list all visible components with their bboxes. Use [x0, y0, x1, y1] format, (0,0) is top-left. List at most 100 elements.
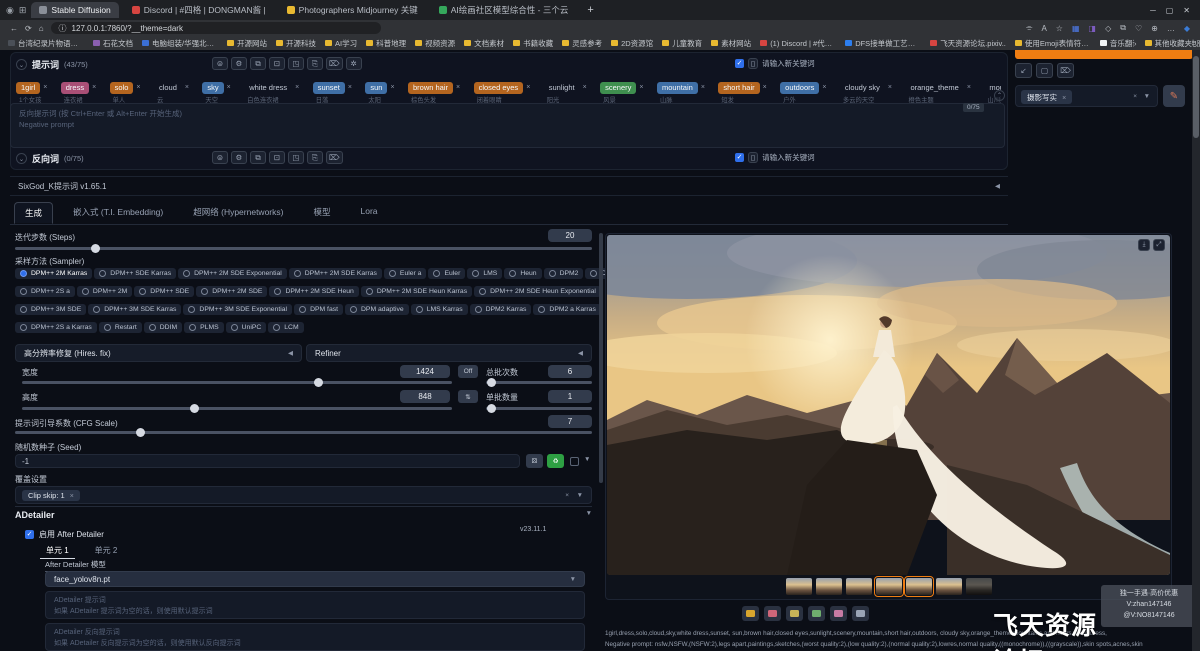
close-icon[interactable]: ✕ [1183, 6, 1190, 15]
refiner-accordion[interactable]: Refiner◀ [306, 344, 592, 362]
negative-toolbar-icon-button[interactable]: ⎘ [307, 151, 323, 164]
height-slider[interactable] [22, 407, 452, 410]
result-thumbnail[interactable] [876, 578, 902, 595]
collapse-chevron-icon[interactable]: ⌄ [16, 153, 27, 164]
download-image-icon[interactable]: ⤓ [1138, 239, 1150, 251]
sampler-option[interactable]: DPM++ SDE [134, 286, 194, 297]
bookmark-item[interactable]: 文档素材 [464, 38, 504, 49]
sampler-option[interactable]: Euler a [384, 268, 427, 279]
sampler-option[interactable]: Euler [428, 268, 465, 279]
tag-remove-icon[interactable]: × [456, 84, 460, 91]
minimize-icon[interactable]: ─ [1150, 6, 1156, 15]
result-thumbnail[interactable] [936, 578, 962, 595]
generate-tool-icon-button[interactable]: ↙ [1015, 63, 1032, 78]
checkbox-checked-icon[interactable]: ✓ [735, 153, 744, 162]
tag-remove-icon[interactable]: × [967, 84, 971, 91]
swap-dimensions-icon[interactable]: ⇅ [458, 390, 478, 403]
tag-remove-icon[interactable]: × [227, 84, 231, 91]
tag-remove-icon[interactable]: × [701, 84, 705, 91]
prompt-tag[interactable]: brown hair × 棕色头发 [408, 82, 460, 104]
sampler-option[interactable]: PLMS [184, 322, 224, 333]
new-tab-button[interactable]: + [581, 4, 599, 16]
prompt-tag[interactable]: scenery × 风景 [600, 82, 643, 104]
browser-tab[interactable]: Discord | #四格 | DONGMAN酱 | [124, 2, 274, 18]
tag-remove-icon[interactable]: × [92, 84, 96, 91]
generate-tool-icon-button[interactable]: ▢ [1036, 63, 1053, 78]
tag-remove-icon[interactable]: × [185, 84, 189, 91]
prompt-toolbar-icon-button[interactable]: ⊡ [269, 57, 285, 70]
collapse-chevron-icon[interactable]: ⌄ [16, 59, 27, 70]
sampler-option[interactable]: DPM++ 2M [77, 286, 132, 297]
maximize-icon[interactable]: ▢ [1166, 6, 1174, 15]
prompt-toolbar-icon-button[interactable]: ⧉ [250, 57, 266, 70]
override-chip[interactable]: Clip skip: 1 × [22, 490, 80, 501]
chip-remove-icon[interactable]: × [1062, 95, 1066, 102]
sampler-option[interactable]: LMS [467, 268, 502, 279]
negative-toolbar-icon-button[interactable]: ⊜ [212, 151, 228, 164]
prompt-toolbar-icon-button[interactable]: ⌦ [326, 57, 343, 70]
bookmark-item[interactable]: 2D资源馆 [611, 38, 653, 49]
tag-remove-icon[interactable]: × [390, 84, 394, 91]
fullscreen-icon[interactable]: ⤢ [1153, 239, 1165, 251]
collapse-arrow-icon[interactable]: ◀ [995, 182, 1000, 190]
bookmark-item[interactable]: (1) Discord | #代发 |.. [760, 38, 836, 49]
result-thumbnail[interactable] [906, 578, 932, 595]
main-tab[interactable]: 生成 [14, 202, 53, 224]
cfg-scale-value[interactable]: 7 [548, 415, 592, 428]
prompt-tag[interactable]: sun × 太阳 [365, 82, 394, 104]
bookmark-item[interactable]: 科普地理 [366, 38, 406, 49]
steps-slider[interactable] [15, 247, 592, 250]
sampler-option[interactable]: DPM++ 2M SDE Heun Karras [361, 286, 472, 297]
style-chip[interactable]: 摄影写实 × [1021, 90, 1072, 104]
tag-remove-icon[interactable]: × [43, 84, 47, 91]
address-bar-icon[interactable]: ◇ [1105, 24, 1111, 33]
prompt-tag[interactable]: sunlight × 阳光 [544, 82, 587, 104]
dropdown-caret-icon[interactable]: ▼ [577, 492, 583, 499]
bookmark-item[interactable]: 飞天资源论坛.pixiv.. [930, 38, 1006, 49]
negative-toolbar-icon-button[interactable]: ⧉ [250, 151, 266, 164]
result-thumbnail[interactable] [846, 578, 872, 595]
address-bar-icon[interactable]: ☆ [1056, 24, 1063, 33]
override-settings-box[interactable]: Clip skip: 1 × × ▼ [15, 486, 592, 504]
sampler-option[interactable]: DPM++ 2M SDE Karras [289, 268, 382, 279]
bookmark-item[interactable]: 视频资源 [415, 38, 455, 49]
adetailer-enable[interactable]: ✓ 启用 After Detailer [25, 529, 104, 540]
browser-chrome-icon[interactable]: ◉ [6, 5, 14, 16]
negative-prompt-textarea[interactable]: 反向提示词 (按 Ctrl+Enter 或 Alt+Enter 开始生成) Ne… [10, 103, 1005, 148]
checkbox-checked-icon[interactable]: ✓ [735, 59, 744, 68]
sampler-option[interactable]: LMS Karras [411, 304, 468, 315]
sampler-option[interactable]: DPM++ 2M SDE Exponential [178, 268, 287, 279]
tag-remove-icon[interactable]: × [526, 84, 530, 91]
bookmark-item[interactable]: 灵感参考 [562, 38, 602, 49]
prompt-tag[interactable]: sunset × 日落 [313, 82, 352, 104]
address-bar-icon[interactable]: ▦ [1072, 24, 1080, 33]
output-action-button[interactable] [742, 606, 759, 621]
home-icon[interactable]: ⌂ [39, 24, 44, 33]
bookmark-item[interactable]: 电脑组装/华强北采购.. [142, 38, 218, 49]
address-bar-icon[interactable]: ⧉ [1120, 23, 1126, 33]
input-mode-icon[interactable]: ▯ [748, 152, 758, 163]
sampler-option[interactable]: DPM++ 3M SDE Karras [88, 304, 181, 315]
apply-style-brush-icon[interactable]: ✎ [1163, 85, 1185, 107]
tag-remove-icon[interactable]: × [822, 84, 826, 91]
bookmarks-overflow-chevron-icon[interactable]: › [1134, 39, 1137, 48]
prompt-toolbar-icon-button[interactable]: ⊜ [212, 57, 228, 70]
checkbox-checked-icon[interactable]: ✓ [25, 530, 34, 539]
browser-chrome-icon[interactable]: ⊞ [19, 5, 27, 16]
generate-button[interactable] [1015, 50, 1193, 59]
sampler-option[interactable]: DPM++ 3M SDE [15, 304, 86, 315]
browser-tab[interactable]: Stable Diffusion [31, 2, 118, 18]
sampler-option[interactable]: DPM2 [544, 268, 584, 279]
hires-fix-accordion[interactable]: 高分辨率修复 (Hires. fix)◀ [15, 344, 302, 362]
sampler-option[interactable]: DPM2 Karras [470, 304, 532, 315]
height-value[interactable]: 848 [400, 390, 450, 403]
output-action-button[interactable] [808, 606, 825, 621]
sampler-option[interactable]: DPM++ 3M SDE Exponential [183, 304, 292, 315]
input-mode-icon[interactable]: ▯ [748, 58, 758, 69]
main-tab[interactable]: 模型 [303, 202, 340, 224]
style-dropdown[interactable]: 摄影写实 × × ▼ [1015, 85, 1158, 107]
adetailer-unit-tab[interactable]: 单元 2 [89, 543, 124, 559]
batch-size-slider[interactable] [486, 407, 592, 410]
main-tab[interactable]: 超网络 (Hypernetworks) [183, 202, 293, 224]
bookmark-item[interactable]: 书籍收藏 [513, 38, 553, 49]
